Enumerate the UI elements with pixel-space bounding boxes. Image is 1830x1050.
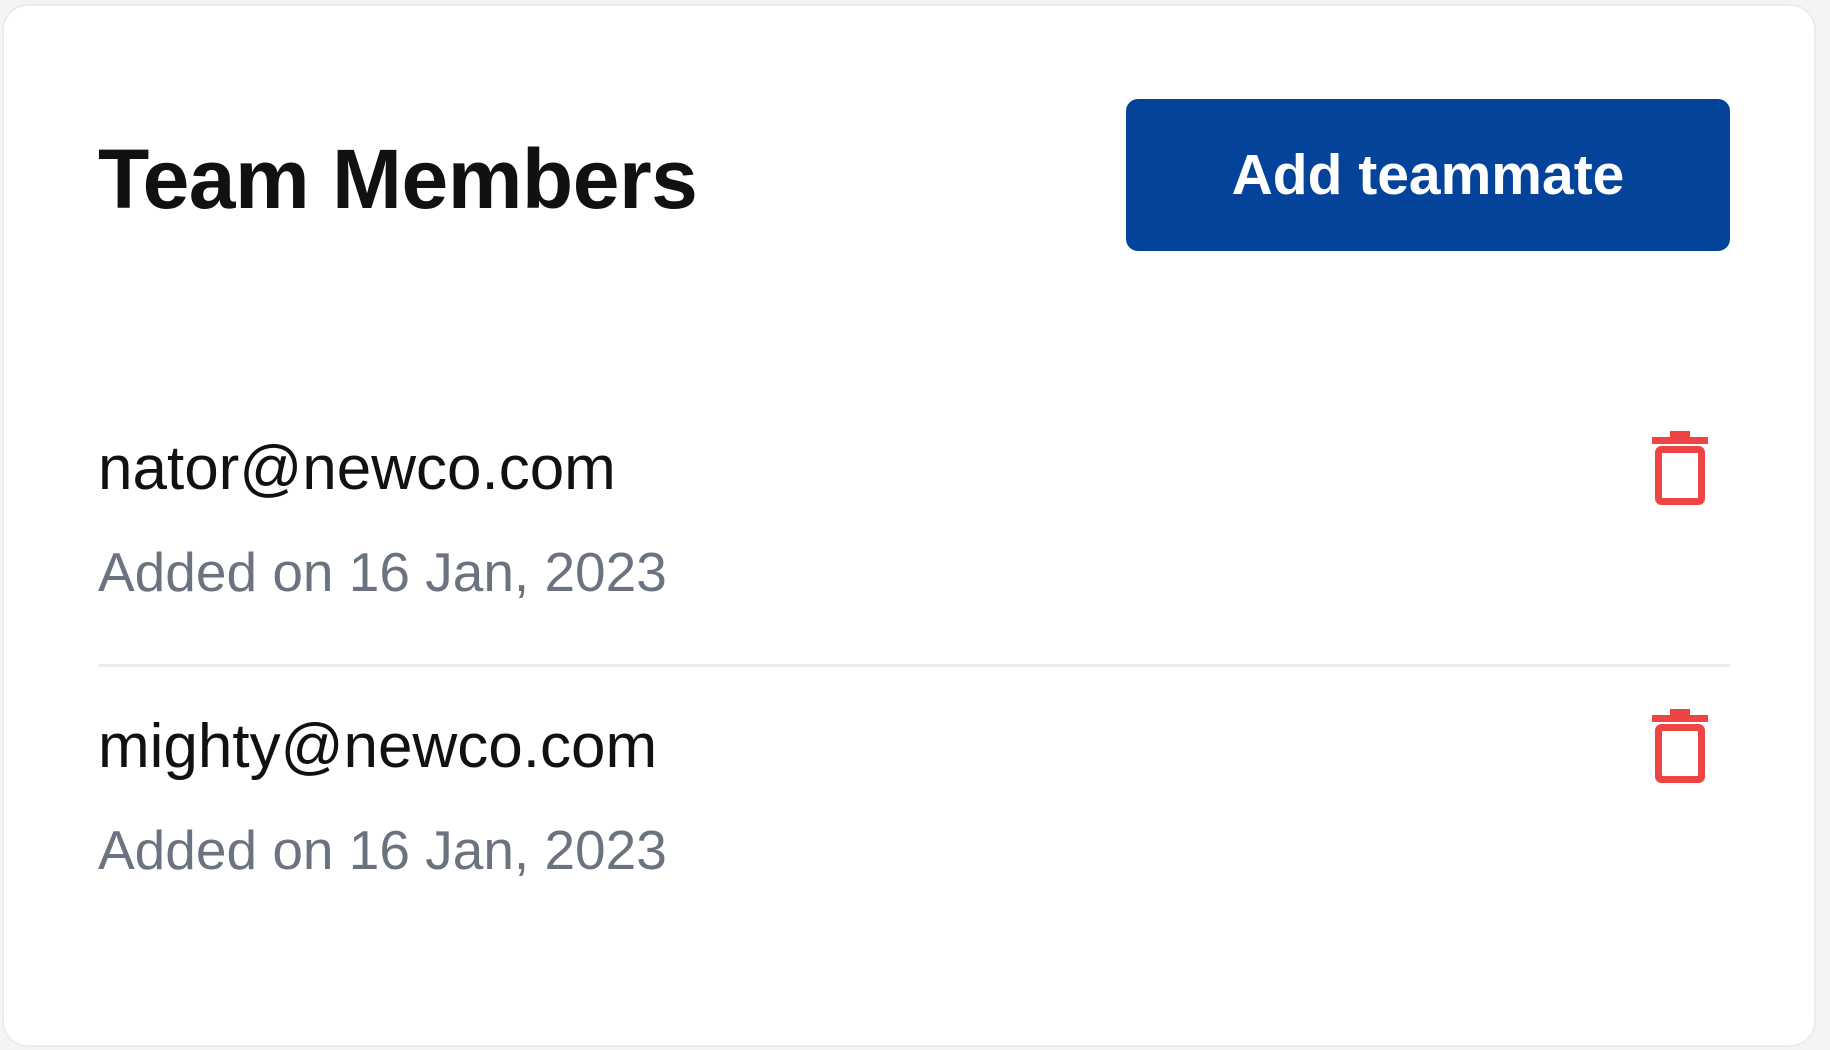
trash-icon [1652, 431, 1708, 505]
member-added-date: Added on 16 Jan, 2023 [98, 819, 667, 881]
add-teammate-button[interactable]: Add teammate [1126, 99, 1730, 251]
member-email: nator@newco.com [98, 434, 616, 503]
member-added-date: Added on 16 Jan, 2023 [98, 541, 667, 603]
delete-member-button[interactable] [1650, 707, 1710, 785]
team-members-card: Team Members Add teammate nator@newco.co… [2, 4, 1816, 1047]
delete-member-button[interactable] [1650, 429, 1710, 507]
list-item: nator@newco.com Added on 16 Jan, 2023 [98, 396, 1730, 664]
trash-icon [1652, 709, 1708, 783]
member-email: mighty@newco.com [98, 712, 658, 781]
card-header: Team Members Add teammate [98, 99, 1730, 251]
member-list: nator@newco.com Added on 16 Jan, 2023 mi… [98, 396, 1730, 960]
list-item: mighty@newco.com Added on 16 Jan, 2023 [98, 664, 1730, 960]
page-title: Team Members [98, 132, 698, 226]
